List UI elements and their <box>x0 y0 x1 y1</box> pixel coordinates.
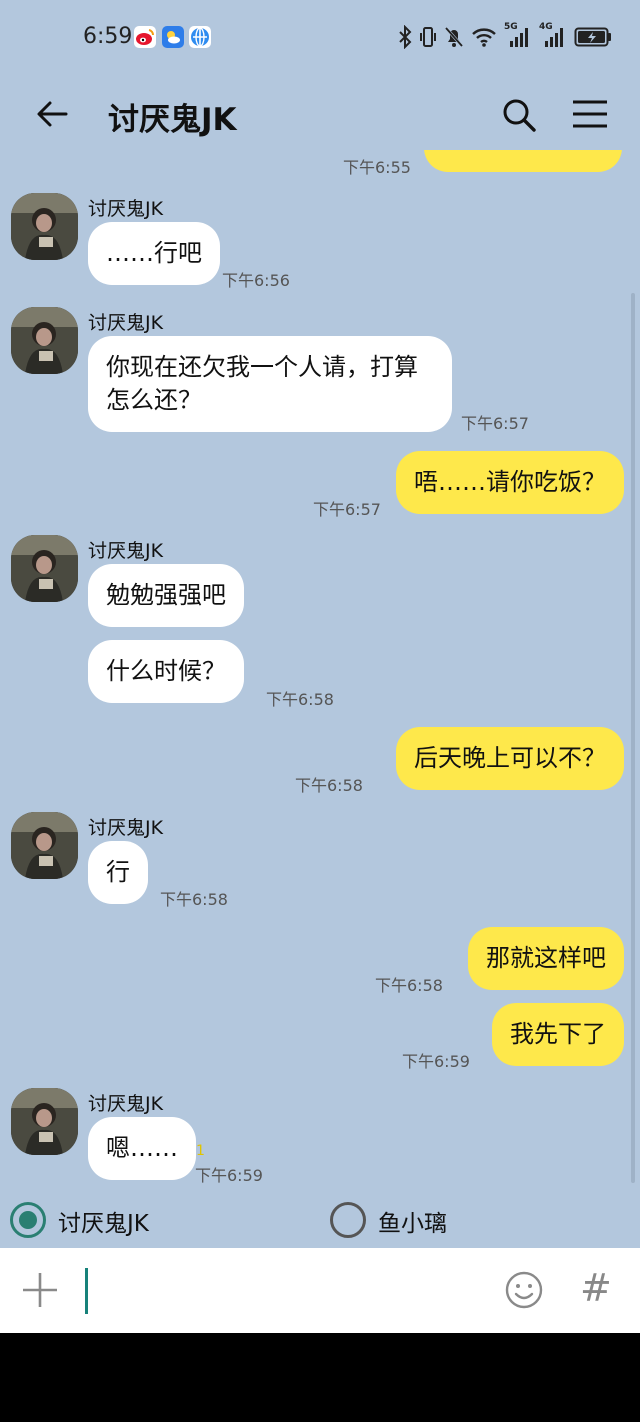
sender-name: 讨厌鬼JK <box>88 1093 164 1115</box>
message-time: 下午6:58 <box>375 976 443 995</box>
search-icon[interactable] <box>500 96 538 134</box>
incoming-message[interactable]: 你现在还欠我一个人请，打算怎么还？ <box>88 336 452 432</box>
incoming-message[interactable]: 嗯…… <box>88 1117 196 1180</box>
emoji-icon[interactable] <box>504 1270 544 1310</box>
signal-4g-icon: 4G <box>539 22 567 49</box>
signal-5g-icon: 5G <box>504 22 532 49</box>
chat-header: 讨厌鬼JK <box>0 80 640 152</box>
plus-icon[interactable] <box>20 1270 60 1310</box>
mute-bell-icon <box>444 27 464 47</box>
unread-count: 1 <box>196 1143 205 1159</box>
incoming-message[interactable]: ……行吧 <box>88 222 220 285</box>
message-time: 下午6:59 <box>195 1166 263 1185</box>
outgoing-message[interactable]: 后天晚上可以不？ <box>396 727 624 790</box>
browser-icon <box>189 26 211 48</box>
battery-icon <box>574 27 611 47</box>
target-label-selected[interactable]: 讨厌鬼JK <box>58 1204 149 1238</box>
incoming-message[interactable]: 什么时候？ <box>88 640 244 703</box>
message-time: 下午6:57 <box>313 500 381 519</box>
outgoing-message[interactable]: 我先下了 <box>492 1003 624 1066</box>
target-label-other[interactable]: 鱼小璃 <box>378 1204 447 1238</box>
sender-name: 讨厌鬼JK <box>88 540 164 562</box>
message-time: 下午6:58 <box>295 776 363 795</box>
message-list[interactable]: 下午6:55 讨厌鬼JK ……行吧 下午6:56 讨厌鬼JK 你现在还欠我一个人… <box>0 150 640 1195</box>
avatar[interactable] <box>11 1088 78 1155</box>
avatar[interactable] <box>11 193 78 260</box>
incoming-message[interactable]: 勉勉强强吧 <box>88 564 244 627</box>
outgoing-message[interactable]: 那就这样吧 <box>468 927 624 990</box>
chat-screen: 6:59 5G 4G 讨厌鬼JK 下午6:55 讨厌鬼JK ……行吧 下午6:5… <box>0 0 640 1333</box>
avatar[interactable] <box>11 535 78 602</box>
radio-selected[interactable] <box>10 1202 46 1238</box>
avatar[interactable] <box>11 812 78 879</box>
status-time: 6:59 <box>83 24 133 49</box>
chat-title: 讨厌鬼JK <box>108 102 237 138</box>
status-icons: 5G 4G <box>398 22 612 49</box>
weibo-icon <box>134 26 156 48</box>
message-time: 下午6:58 <box>160 890 228 909</box>
radio-unselected[interactable] <box>330 1202 366 1238</box>
vibrate-icon <box>420 27 436 47</box>
wifi-icon <box>472 28 496 47</box>
sender-name: 讨厌鬼JK <box>88 198 164 220</box>
avatar[interactable] <box>11 307 78 374</box>
hashtag-icon[interactable]: # <box>580 1266 612 1310</box>
scrollbar[interactable] <box>631 293 635 1183</box>
message-time: 下午6:57 <box>461 414 529 433</box>
message-time: 下午6:59 <box>402 1052 470 1071</box>
message-time: 下午6:58 <box>266 690 334 709</box>
sender-name: 讨厌鬼JK <box>88 312 164 334</box>
reply-target-selector: 讨厌鬼JK 鱼小璃 <box>0 1195 640 1245</box>
incoming-message[interactable]: 行 <box>88 841 148 904</box>
input-bar: # <box>0 1248 640 1333</box>
outgoing-message[interactable]: 唔……请你吃饭？ <box>396 451 624 514</box>
message-time: 下午6:56 <box>222 271 290 290</box>
message-time: 下午6:55 <box>343 158 411 177</box>
weather-icon <box>162 26 184 48</box>
status-bar: 6:59 5G 4G <box>0 0 640 80</box>
text-caret <box>85 1268 88 1314</box>
back-arrow-icon[interactable] <box>34 96 70 132</box>
bluetooth-icon <box>399 25 412 49</box>
sender-name: 讨厌鬼JK <box>88 817 164 839</box>
outgoing-bubble-partial <box>424 150 622 172</box>
message-input[interactable] <box>84 1268 464 1314</box>
menu-icon[interactable] <box>570 98 610 130</box>
